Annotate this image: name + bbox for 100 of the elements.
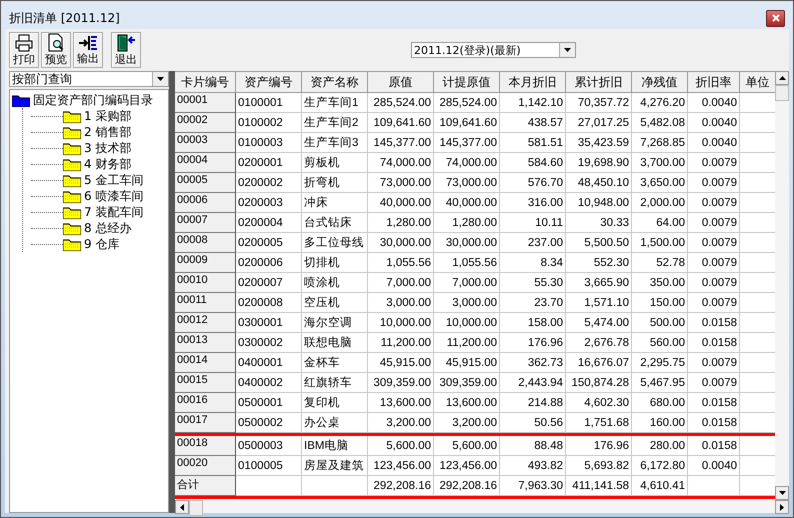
table-cell: 7,000.00 (368, 273, 434, 293)
table-cell: 0.0158 (688, 333, 740, 353)
toolbar-button[interactable]: 打印 (9, 32, 39, 68)
scroll-thumb[interactable] (775, 85, 789, 101)
table-cell: 红旗轿车 (302, 373, 368, 393)
table-cell: 11,200.00 (434, 333, 500, 353)
table-cell: 多工位母线 (302, 233, 368, 253)
tree-item[interactable]: 2 销售部 (63, 124, 132, 140)
vertical-scrollbar[interactable] (775, 71, 789, 500)
column-header[interactable]: 资产名称 (302, 71, 368, 93)
table-cell: 285,524.00 (434, 93, 500, 113)
table-cell: 0.0079 (688, 193, 740, 213)
table-cell: 0.0158 (688, 413, 740, 433)
column-header[interactable]: 折旧率 (688, 71, 740, 93)
column-header[interactable]: 本月折旧 (500, 71, 566, 93)
export-arrow-icon (78, 34, 98, 50)
card-number-cell: 00013 (175, 333, 236, 353)
table-cell: 2,443.94 (500, 373, 566, 393)
door-exit-icon (116, 34, 136, 52)
table-cell: 台式钻床 (302, 213, 368, 233)
table-cell: 13,600.00 (368, 393, 434, 413)
column-header[interactable]: 计提原值 (434, 71, 500, 93)
table-cell: 0200001 (236, 153, 302, 173)
tree-item[interactable]: 7 装配车间 (63, 204, 144, 220)
tree-item[interactable]: 1 采购部 (63, 108, 132, 124)
card-number-cell: 00007 (175, 213, 236, 233)
table-cell: 联想电脑 (302, 333, 368, 353)
horizontal-scrollbar[interactable] (175, 500, 789, 513)
table-cell: 74,000.00 (434, 153, 500, 173)
table-cell: 35,423.59 (566, 133, 632, 153)
table-cell: 5,482.08 (632, 113, 688, 133)
column-header[interactable]: 卡片编号 (175, 71, 236, 93)
table-cell: 8.34 (500, 253, 566, 273)
table-cell: 0.0079 (688, 293, 740, 313)
table-cell: 3,000.00 (368, 293, 434, 313)
tree-item[interactable]: 固定资产部门编码目录 (12, 92, 166, 108)
table-cell: 560.00 (632, 333, 688, 353)
column-header[interactable]: 原值 (368, 71, 434, 93)
card-number-cell: 00003 (175, 133, 236, 153)
table-cell: 237.00 (500, 233, 566, 253)
table-cell: 30.33 (566, 213, 632, 233)
toolbar-button[interactable]: 退出 (111, 32, 141, 68)
table-cell: 292,208.16 (368, 476, 434, 496)
empty-cell (688, 476, 740, 496)
table-cell: 0200002 (236, 173, 302, 193)
scroll-thumb[interactable] (189, 500, 203, 516)
card-number-cell: 00009 (175, 253, 236, 273)
column-header[interactable]: 单位 (740, 71, 775, 93)
column-header[interactable]: 资产编号 (236, 71, 302, 93)
total-label: 合计 (175, 476, 236, 496)
table-cell: 10,000.00 (368, 313, 434, 333)
table-cell: 10,948.00 (566, 193, 632, 213)
table-cell: 309,359.00 (434, 373, 500, 393)
period-dropdown[interactable]: 2011.12(登录)(最新) (411, 42, 576, 58)
table-cell: 0200004 (236, 213, 302, 233)
table-cell: 55.30 (500, 273, 566, 293)
tree-item[interactable]: 4 财务部 (63, 156, 132, 172)
column-header[interactable]: 累计折旧 (566, 71, 632, 93)
table-cell: 房屋及建筑 (302, 456, 368, 476)
tree-item[interactable]: 6 喷漆车间 (63, 188, 144, 204)
toolbar-button[interactable]: 预览 (41, 32, 71, 68)
toolbar-button[interactable]: 输出 (73, 32, 103, 68)
table-cell: 74,000.00 (368, 153, 434, 173)
folder-icon (63, 126, 81, 138)
table-cell: 0500003 (236, 436, 302, 456)
table-cell: 7,963.30 (500, 476, 566, 496)
card-number-cell: 00010 (175, 273, 236, 293)
table-cell: 158.00 (500, 313, 566, 333)
tree-item[interactable]: 5 金工车间 (63, 172, 144, 188)
table-cell: 1,280.00 (368, 213, 434, 233)
table-cell: 309,359.00 (368, 373, 434, 393)
table-cell: 552.30 (566, 253, 632, 273)
table-cell: 0.0079 (688, 213, 740, 233)
table-cell: 48,450.10 (566, 173, 632, 193)
tree-item[interactable]: 8 总经办 (63, 220, 132, 236)
table-cell: 10.11 (500, 213, 566, 233)
table-cell: 576.70 (500, 173, 566, 193)
tree-item[interactable]: 3 技术部 (63, 140, 132, 156)
tree-item[interactable]: 9 仓库 (63, 236, 120, 252)
scroll-left-icon (180, 504, 184, 510)
query-dropdown[interactable]: 按部门查询 (9, 71, 169, 87)
table-cell: 500.00 (632, 313, 688, 333)
table-cell: 88.48 (500, 436, 566, 456)
table-cell: 40,000.00 (434, 193, 500, 213)
dropdown-arrow-icon (564, 48, 571, 52)
table-cell: 27,017.25 (566, 113, 632, 133)
document-magnifier-icon (47, 33, 65, 52)
table-cell: 5,693.82 (566, 456, 632, 476)
table-cell: 3,650.00 (632, 173, 688, 193)
close-button[interactable] (766, 10, 785, 26)
table-cell: 4,602.30 (566, 393, 632, 413)
close-icon (772, 14, 780, 22)
folder-icon (63, 142, 81, 154)
table-cell: 581.51 (500, 133, 566, 153)
table-cell: 0300002 (236, 333, 302, 353)
table-cell: 7,268.85 (632, 133, 688, 153)
table-cell: 64.00 (632, 213, 688, 233)
column-header[interactable]: 净残值 (632, 71, 688, 93)
table-cell: 5,500.50 (566, 233, 632, 253)
table-cell: 0.0040 (688, 456, 740, 476)
